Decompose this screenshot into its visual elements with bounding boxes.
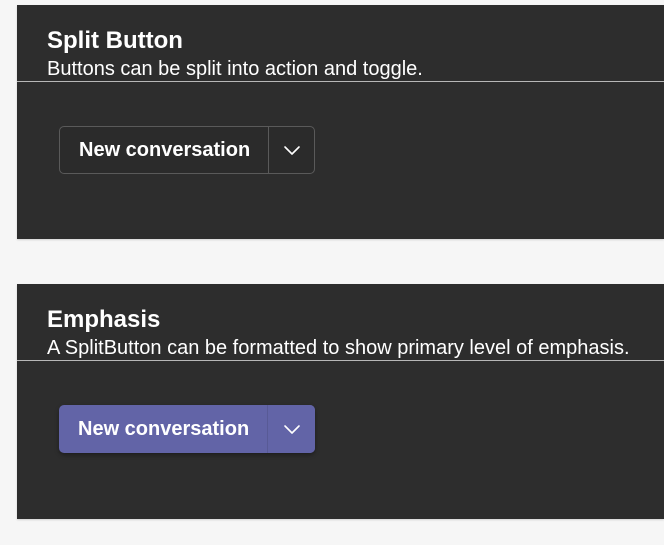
- section-header: Split Button Buttons can be split into a…: [17, 5, 664, 82]
- section-body: New conversation: [17, 361, 664, 519]
- section-title: Split Button: [47, 27, 183, 54]
- split-toggle-button[interactable]: [269, 127, 314, 173]
- new-conversation-button[interactable]: New conversation: [60, 127, 269, 173]
- page: Split Button Buttons can be split into a…: [0, 0, 664, 545]
- section-header: Emphasis A SplitButton can be formatted …: [17, 284, 664, 361]
- split-button-default: New conversation: [59, 126, 315, 174]
- chevron-down-icon: [283, 146, 300, 155]
- section-body: New conversation: [17, 82, 664, 239]
- split-toggle-primary-button[interactable]: [268, 405, 315, 453]
- split-button-section: Split Button Buttons can be split into a…: [17, 5, 664, 239]
- emphasis-section: Emphasis A SplitButton can be formatted …: [17, 284, 664, 519]
- split-button-primary: New conversation: [59, 405, 315, 453]
- section-description: A SplitButton can be formatted to show p…: [47, 337, 630, 359]
- new-conversation-primary-button[interactable]: New conversation: [59, 405, 268, 453]
- section-title: Emphasis: [47, 306, 161, 333]
- section-description: Buttons can be split into action and tog…: [47, 58, 423, 80]
- chevron-down-icon: [283, 425, 300, 434]
